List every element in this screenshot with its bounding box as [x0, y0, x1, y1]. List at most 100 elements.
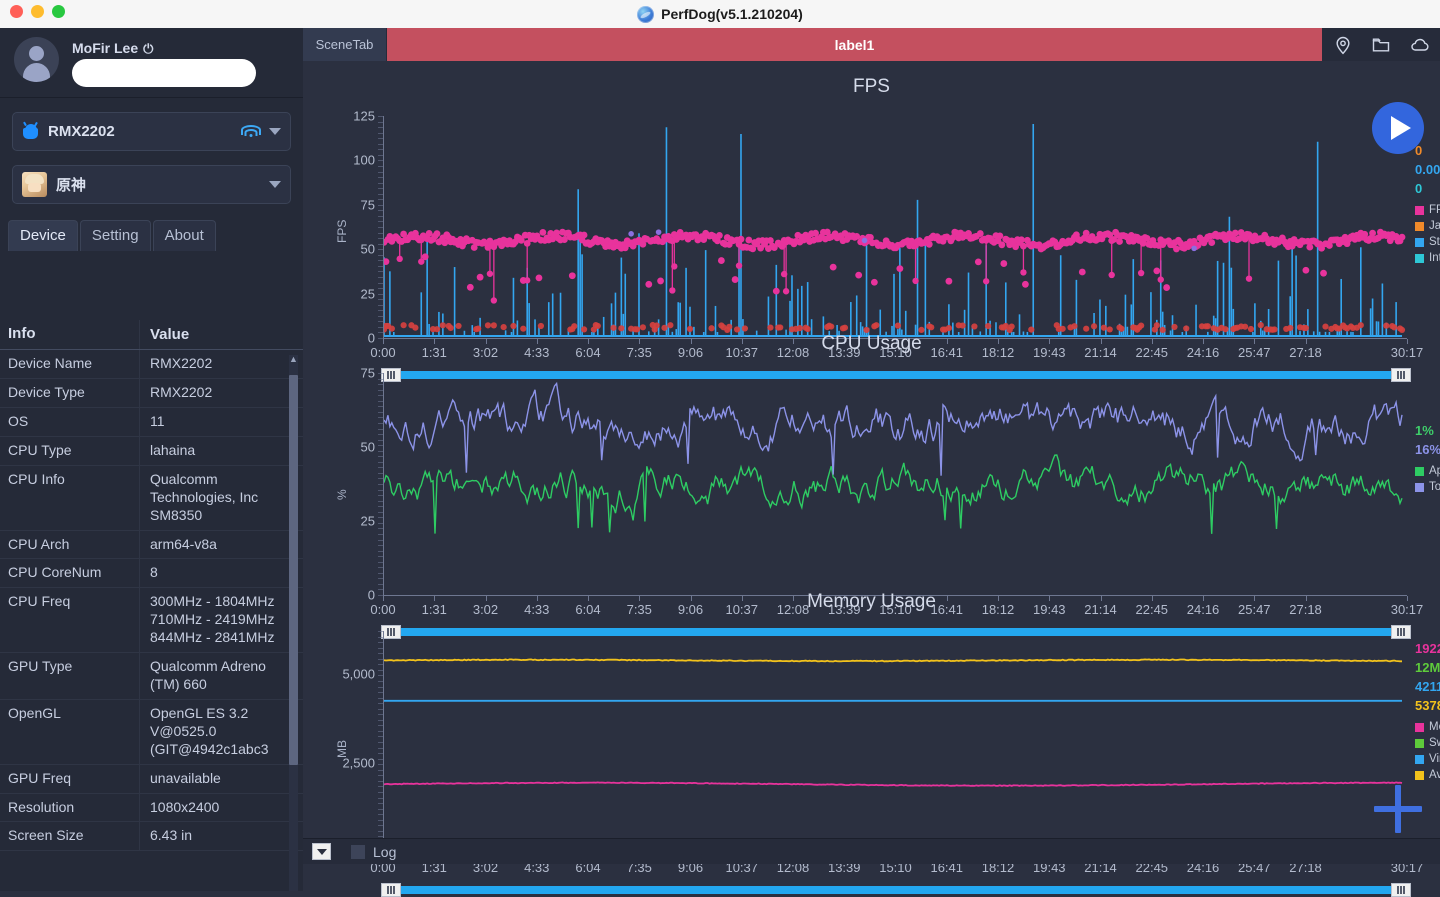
info-key: CPU Freq [0, 588, 140, 653]
table-row[interactable]: CPU Freq 300MHz - 1804MHz 710MHz - 2419MH… [0, 588, 303, 654]
info-table-scrollbar[interactable]: ▲ ▼ [289, 355, 298, 891]
y-axis-minor-tick [378, 215, 383, 217]
table-row[interactable]: CPU Type lahaina [0, 436, 303, 466]
tab-about[interactable]: About [152, 220, 216, 251]
power-icon[interactable]: ⏻ [143, 42, 153, 55]
legend-item[interactable]: AppCPU [1415, 463, 1440, 479]
y-axis-minor-tick [378, 786, 383, 788]
chart-fps: FPS FPS 0 25 50 75 100 125 0:00 1:31 3:02 4:33 6:04 7… [303, 76, 1440, 382]
y-axis-minor-tick [378, 154, 383, 156]
tab-device[interactable]: Device [8, 220, 78, 251]
y-axis-minor-tick [378, 116, 383, 117]
expand-panel-button[interactable] [312, 843, 331, 860]
device-selector[interactable]: RMX2202 [12, 112, 291, 151]
y-axis-minor-tick [378, 389, 383, 391]
y-axis-minor-tick [378, 653, 383, 655]
y-axis-minor-tick [378, 132, 383, 134]
main-panel: SceneTab label1 FPS FPS 0 25 50 75 100 1… [303, 28, 1440, 897]
info-key: CPU Arch [0, 530, 140, 559]
legend-item[interactable]: Stutter(卡顿率) [1415, 234, 1440, 250]
table-row[interactable]: Screen Size 6.43 in [0, 822, 303, 852]
y-axis-minor-tick [378, 288, 383, 290]
y-axis-minor-tick [378, 528, 383, 530]
info-key: Screen Size [0, 822, 140, 851]
y-tick-label: 25 [360, 513, 375, 529]
y-axis-minor-tick [378, 138, 383, 140]
table-row[interactable]: GPU Type Qualcomm Adreno (TM) 660 [0, 653, 303, 700]
legend-item[interactable]: VirtualMemory [1415, 751, 1440, 767]
app-icon [22, 172, 47, 197]
app-selector[interactable]: 原神 [12, 165, 291, 204]
timeline-scrollbar[interactable] [381, 883, 1411, 897]
legend-readout: 42110MB [1415, 679, 1440, 694]
device-selector-label: RMX2202 [48, 123, 115, 140]
y-axis-minor-tick [378, 199, 383, 201]
user-bar: MoFir Lee ⏻ [0, 28, 303, 98]
y-axis-minor-tick [378, 406, 383, 408]
table-row[interactable]: OS 11 [0, 408, 303, 437]
plot-area [384, 381, 1403, 534]
legend-item[interactable]: FPS [1415, 202, 1440, 218]
tab-setting[interactable]: Setting [79, 220, 151, 251]
table-row[interactable]: Resolution 1080x2400 [0, 793, 303, 823]
scrollbar-thumb[interactable] [289, 375, 298, 765]
y-axis-minor-tick [378, 484, 383, 485]
log-checkbox[interactable] [351, 844, 365, 859]
table-row[interactable]: CPU CoreNum 8 [0, 559, 303, 589]
y-axis-minor-tick [378, 428, 383, 430]
y-axis-minor-tick [378, 775, 383, 777]
label-tab[interactable]: label1 [387, 28, 1322, 61]
chart-legend: 1922MB 12MB 42110MB 5378MB Memory SwapMemory V… [1415, 639, 1440, 783]
y-axis-minor-tick [378, 227, 383, 228]
y-axis-minor-tick [378, 321, 383, 323]
legend-item[interactable]: Memory [1415, 719, 1440, 735]
chevron-down-icon[interactable] [269, 181, 281, 188]
legend-item[interactable]: InterFrame [1415, 250, 1440, 266]
table-row[interactable]: CPU Info Qualcomm Technologies, Inc SM835… [0, 465, 303, 531]
timeline-track[interactable] [397, 886, 1395, 894]
user-name: MoFir Lee [72, 40, 139, 56]
legend-readout: 0 [1415, 143, 1423, 158]
start-recording-button[interactable] [1372, 102, 1424, 154]
folder-icon[interactable] [1371, 35, 1391, 55]
legend-item[interactable]: AvailableMe... [1415, 767, 1440, 783]
legend-item[interactable]: TotalCPU [1415, 479, 1440, 495]
window-title: PerfDog(v5.1.210204) [0, 0, 1440, 28]
y-axis-minor-tick [378, 456, 383, 458]
scroll-up-arrow[interactable]: ▲ [289, 355, 298, 364]
timeline-handle-left[interactable] [381, 883, 401, 897]
add-chart-button[interactable] [1374, 785, 1422, 833]
y-axis-minor-tick [378, 506, 383, 508]
y-axis-minor-tick [378, 769, 383, 771]
table-row[interactable]: Device Type RMX2202 [0, 379, 303, 408]
legend-item[interactable]: Jank(卡顿次数) [1415, 218, 1440, 234]
cloud-icon[interactable] [1409, 35, 1429, 55]
log-toggle[interactable]: Log [351, 844, 396, 860]
y-axis-minor-tick [378, 149, 383, 151]
redacted-account-field[interactable] [72, 59, 256, 87]
scene-tab[interactable]: SceneTab [303, 28, 387, 61]
y-axis-minor-tick [378, 221, 383, 223]
legend-item[interactable]: SwapMemory [1415, 735, 1440, 751]
y-axis-minor-tick [378, 417, 383, 419]
legend-label: FPS [1429, 204, 1440, 216]
y-axis-minor-tick [378, 642, 383, 644]
y-axis-minor-tick [378, 467, 383, 469]
legend-swatch [1415, 253, 1424, 263]
timeline-handle-right[interactable] [1391, 883, 1411, 897]
y-axis-minor-tick [378, 819, 383, 821]
info-key: Device Type [0, 379, 140, 407]
table-row[interactable]: Device Name RMX2202 [0, 350, 303, 380]
y-axis-minor-tick [378, 478, 383, 480]
y-axis-minor-tick [378, 517, 383, 519]
table-row[interactable]: CPU Arch arm64-v8a [0, 530, 303, 560]
y-axis-minor-tick [378, 747, 383, 749]
android-icon [22, 121, 39, 140]
table-row[interactable]: GPU Freq unavailable [0, 764, 303, 794]
table-row[interactable]: OpenGL OpenGL ES 3.2 V@0525.0 (GIT@4942c1… [0, 699, 303, 765]
y-axis-minor-tick [378, 182, 383, 184]
y-axis-minor-tick [378, 260, 383, 262]
info-value: Qualcomm Technologies, Inc SM8350 [150, 470, 259, 523]
location-pin-icon[interactable] [1333, 35, 1353, 55]
chevron-down-icon[interactable] [269, 128, 281, 135]
